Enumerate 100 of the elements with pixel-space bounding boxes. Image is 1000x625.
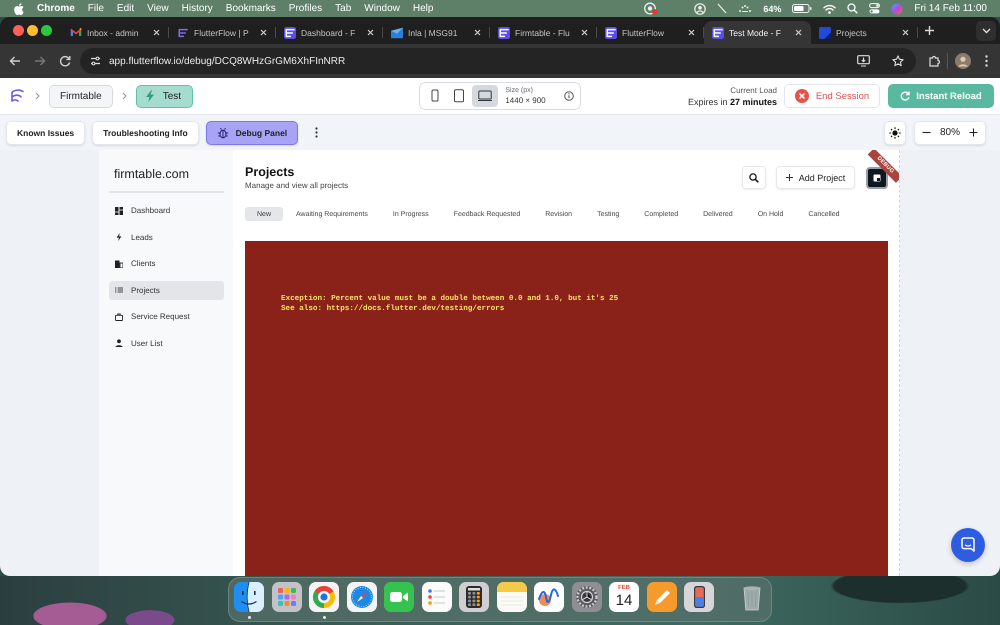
avatar-icon[interactable] [955, 53, 971, 69]
bug-icon [216, 126, 229, 138]
mail-icon [70, 26, 82, 38]
nav-item[interactable]: User List [109, 334, 224, 353]
video-camera-icon[interactable] [384, 582, 414, 612]
close-icon[interactable] [474, 29, 481, 36]
more-icon[interactable] [315, 127, 318, 138]
more-icon[interactable] [985, 55, 988, 67]
browser-tab[interactable]: Projects [811, 21, 918, 44]
info-icon[interactable] [564, 91, 574, 101]
end-session-button[interactable]: End Session [784, 84, 880, 108]
browser-tab[interactable]: FlutterFlow [597, 21, 704, 44]
nav-item[interactable]: Dashboard [109, 201, 224, 220]
close-circle-icon [794, 89, 809, 103]
browser-tab[interactable]: Inbox - admin [62, 21, 169, 44]
close-icon[interactable] [260, 29, 267, 36]
browser-tab[interactable]: Firmtable - Flu [490, 21, 597, 44]
menu-item[interactable]: File [88, 2, 104, 14]
zoom-level: 80% [940, 127, 960, 138]
menu-item[interactable]: Profiles [288, 2, 322, 14]
add-project-button[interactable]: Add Project [776, 166, 855, 189]
sun-icon [889, 126, 901, 138]
forward-icon[interactable] [34, 55, 46, 67]
browser-icon[interactable] [309, 582, 339, 612]
battery-icon[interactable] [792, 4, 812, 13]
gear-icon[interactable] [572, 582, 602, 612]
checklist-icon[interactable] [422, 582, 452, 612]
browser-tab[interactable]: Inla | MSG91 [383, 21, 490, 44]
test-mode-button[interactable]: Test [136, 84, 194, 108]
plus-icon[interactable] [968, 128, 978, 137]
close-icon[interactable] [688, 29, 695, 36]
nav-item[interactable]: Projects [109, 280, 224, 300]
browser-tab[interactable]: Test Mode - F [704, 21, 811, 44]
project-button[interactable]: Firmtable [49, 84, 113, 108]
menu-item[interactable]: Bookmarks [226, 2, 276, 14]
app-menu[interactable]: Chrome [37, 2, 75, 14]
square-icon [873, 174, 881, 182]
nav-item[interactable]: Service Request [109, 307, 224, 326]
extensions-icon[interactable] [928, 55, 940, 67]
squiggle-icon[interactable] [534, 582, 564, 612]
search-icon [749, 172, 759, 182]
dots-icon[interactable] [738, 4, 752, 13]
browser-tab[interactable]: Dashboard - F [276, 21, 383, 44]
address-bar[interactable]: app.flutterflow.io/debug/DCQ8WHzGrGM6XhFInNRR [80, 48, 916, 74]
install-icon[interactable] [857, 55, 870, 67]
radar-icon[interactable] [643, 2, 658, 15]
url-text: app.flutterflow.io/debug/DCQ8WHzGrGM6XhFInNRR [109, 56, 346, 66]
close-icon[interactable] [367, 29, 374, 36]
close-icon[interactable] [795, 29, 802, 36]
calendar-day: 14 [616, 592, 632, 609]
toggle-icon[interactable] [869, 3, 880, 14]
menu-item[interactable]: History [182, 2, 213, 14]
apple-menu-icon[interactable] [14, 2, 24, 14]
notepad-icon[interactable] [496, 582, 526, 612]
search-icon[interactable] [847, 3, 858, 14]
browser-tab[interactable]: FlutterFlow | P [169, 21, 276, 44]
close-icon[interactable] [153, 29, 160, 36]
user-circle-icon[interactable] [694, 2, 706, 14]
pen-icon[interactable] [646, 582, 676, 612]
chevron-right-icon [35, 92, 40, 100]
menu-item[interactable]: Help [412, 2, 434, 14]
menu-item[interactable]: Edit [116, 2, 134, 14]
theme-button[interactable] [884, 120, 906, 144]
tab-list-button[interactable] [976, 20, 996, 40]
compass-icon[interactable] [346, 582, 376, 612]
menu-item[interactable]: View [147, 2, 169, 14]
toolbar-button[interactable]: Troubleshooting Info [92, 120, 199, 144]
toolbar-button[interactable]: Known Issues [6, 120, 86, 144]
close-icon[interactable] [581, 29, 588, 36]
search-button[interactable] [742, 166, 766, 189]
star-icon[interactable] [892, 55, 904, 67]
device-button[interactable] [472, 85, 498, 107]
app-logo-icon [284, 26, 296, 38]
plus-icon [786, 174, 793, 181]
window-zoom-button[interactable] [41, 25, 52, 36]
calculator-icon[interactable] [459, 582, 489, 612]
back-icon[interactable] [9, 55, 21, 67]
chat-icon [960, 537, 976, 553]
tune-icon[interactable] [90, 56, 101, 66]
menu-item[interactable]: Tab [335, 2, 352, 14]
chevron-down-icon [982, 28, 990, 34]
app-grid-icon[interactable] [272, 582, 302, 612]
menu-clock: Fri 14 Feb 11:00 [914, 2, 987, 14]
nav-item[interactable]: Clients [109, 254, 224, 274]
phone-icon[interactable] [684, 582, 714, 612]
toolbar-button[interactable]: Debug Panel [206, 120, 298, 144]
logo-icon[interactable] [9, 88, 26, 104]
menu-item[interactable]: Window [364, 2, 400, 14]
nav-item[interactable]: Leads [109, 228, 224, 247]
window-minimize-button[interactable] [27, 25, 38, 36]
face-icon[interactable] [234, 582, 264, 612]
reload-icon[interactable] [59, 55, 71, 67]
wifi-icon[interactable] [823, 4, 836, 14]
window-close-button[interactable] [13, 25, 24, 36]
page-subtitle: Manage and view all projects [245, 181, 348, 191]
app-logo-icon [605, 26, 617, 38]
close-icon[interactable] [902, 29, 909, 36]
slash-icon[interactable] [717, 3, 728, 14]
load-label: Current Load [730, 84, 777, 96]
list-icon [115, 286, 123, 294]
